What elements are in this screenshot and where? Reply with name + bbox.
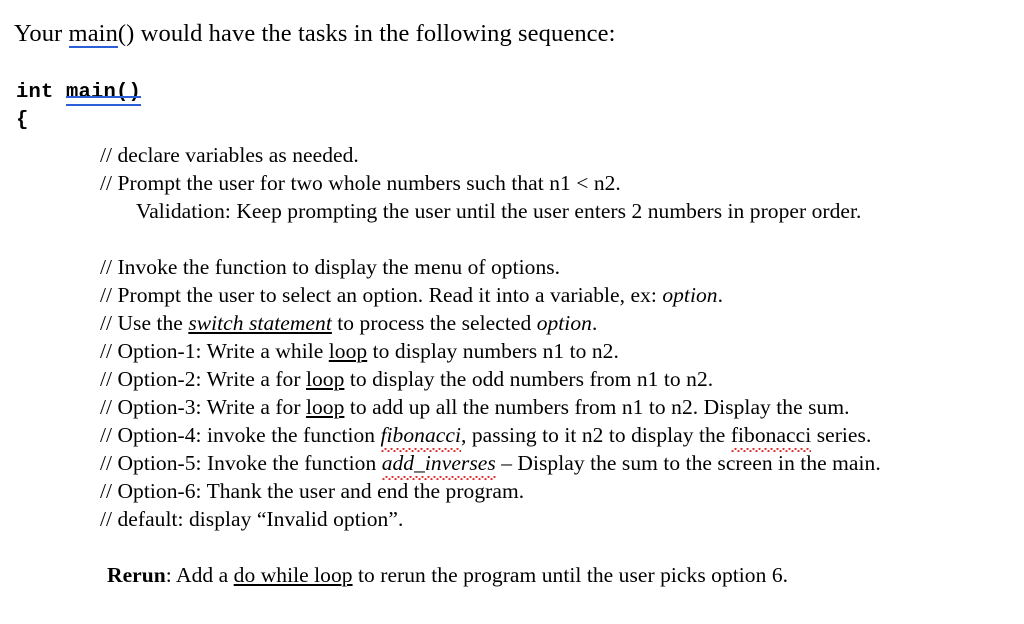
intro-parens: ()	[117, 20, 135, 47]
use-switch-suffix: .	[591, 311, 598, 335]
prompt-option-suffix: .	[717, 283, 724, 307]
option-4-suffix: series.	[811, 423, 872, 447]
do-while-loop-term: do while loop	[233, 563, 353, 587]
comment-use-switch: // Use the switch statement to process t…	[100, 309, 597, 337]
intro-before: Your	[14, 20, 69, 47]
rerun-prefix: : Add a	[165, 563, 234, 587]
document-page: Your main() would have the tasks in the …	[0, 0, 1024, 624]
option-1-loop-term: loop	[328, 339, 368, 363]
code-keyword-int: int	[16, 81, 67, 104]
comment-invoke-menu: // Invoke the function to display the me…	[100, 255, 561, 279]
option-5-suffix: – Display the sum to the screen in the m…	[495, 451, 881, 475]
main-hyperlink[interactable]: main	[69, 20, 118, 47]
prompt-option-variable: option	[662, 283, 718, 307]
switch-statement-term: switch statement	[188, 311, 332, 335]
use-switch-option-variable: option	[536, 311, 592, 335]
intro-sentence: Your main() would have the tasks in the …	[14, 19, 616, 49]
option-4-fibonacci-function: fibonacci	[380, 423, 462, 452]
option-5-add-inverses-function: add_inverses	[381, 451, 496, 480]
intro-after: would have the tasks in the following se…	[134, 20, 616, 47]
comment-prompt-two-numbers: // Prompt the user for two whole numbers…	[100, 171, 621, 195]
comment-option-1: // Option-1: Write a while loop to displ…	[100, 337, 619, 365]
rerun-instruction: Rerun: Add a do while loop to rerun the …	[107, 561, 788, 589]
open-brace: {	[16, 109, 29, 132]
comment-option-5: // Option-5: Invoke the function add_inv…	[100, 449, 881, 480]
option-4-middle: , passing to it n2 to display the	[460, 423, 731, 447]
comment-declare-variables: // declare variables as needed.	[100, 143, 359, 167]
comment-option-2: // Option-2: Write a for loop to display…	[100, 365, 713, 393]
option-2-prefix: // Option-2: Write a for	[100, 367, 306, 391]
option-1-prefix: // Option-1: Write a while	[100, 339, 329, 363]
comment-option-4: // Option-4: invoke the function fibonac…	[100, 421, 872, 452]
option-5-prefix: // Option-5: Invoke the function	[100, 451, 382, 475]
option-4-fibonacci-series: fibonacci	[730, 423, 812, 452]
rerun-suffix: to rerun the program until the user pick…	[352, 563, 789, 587]
option-3-prefix: // Option-3: Write a for	[100, 395, 306, 419]
option-2-loop-term: loop	[305, 367, 345, 391]
code-main-hyperlink[interactable]: main	[66, 81, 116, 104]
comment-option-6: // Option-6: Thank the user and end the …	[100, 479, 525, 503]
use-switch-middle: to process the selected	[331, 311, 537, 335]
option-2-suffix: to display the odd numbers from n1 to n2…	[344, 367, 714, 391]
option-3-suffix: to add up all the numbers from n1 to n2.…	[344, 395, 850, 419]
comment-option-3: // Option-3: Write a for loop to add up …	[100, 393, 850, 421]
rerun-label: Rerun	[107, 563, 166, 587]
option-3-loop-term: loop	[305, 395, 345, 419]
option-4-prefix: // Option-4: invoke the function	[100, 423, 381, 447]
function-signature: int main()	[16, 80, 141, 106]
code-main-parens[interactable]: ()	[116, 81, 141, 104]
use-switch-prefix: // Use the	[100, 311, 189, 335]
comment-prompt-option: // Prompt the user to select an option. …	[100, 281, 723, 309]
prompt-option-prefix: // Prompt the user to select an option. …	[100, 283, 663, 307]
comment-default-case: // default: display “Invalid option”.	[100, 507, 404, 531]
comment-validation: Validation: Keep prompting the user unti…	[136, 199, 862, 223]
option-1-suffix: to display numbers n1 to n2.	[367, 339, 619, 363]
